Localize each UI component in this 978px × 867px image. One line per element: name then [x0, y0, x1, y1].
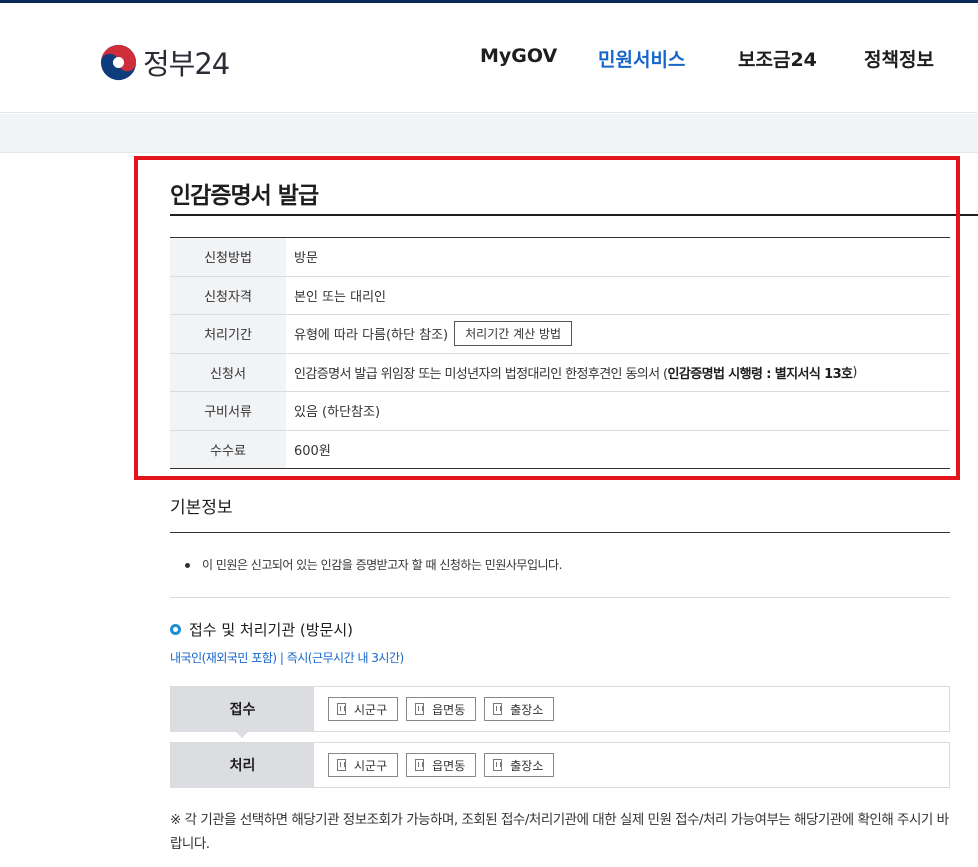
org-label: 출장소	[510, 702, 544, 717]
receive-org-branch-button[interactable]: 출장소	[484, 697, 555, 721]
basic-info-bullet: 이 민원은 신고되어 있는 인감을 증명받고자 할 때 신청하는 민원사무입니다…	[185, 556, 562, 573]
building-icon	[415, 703, 425, 715]
process-row: 처리 시군구 읍면동 출장소	[170, 742, 950, 788]
site-logo[interactable]: 정부24	[100, 41, 230, 83]
org-label: 읍면동	[432, 702, 466, 717]
org-label: 읍면동	[432, 758, 466, 773]
org-label: 시군구	[354, 702, 388, 717]
receive-row: 접수 시군구 읍면동 출장소	[170, 686, 950, 738]
nav-civil-services[interactable]: 민원서비스	[598, 45, 685, 72]
building-icon	[415, 759, 425, 771]
receive-orgs: 시군구 읍면동 출장소	[314, 687, 949, 731]
org-label: 출장소	[510, 758, 544, 773]
process-org-branch-button[interactable]: 출장소	[484, 753, 555, 777]
basic-info-title: 기본정보	[170, 498, 233, 518]
agency-title-text: 접수 및 처리기관 (방문시)	[189, 621, 354, 639]
nav-mygov[interactable]: MyGOV	[480, 45, 557, 67]
section-divider	[170, 532, 950, 533]
receive-org-eupmyeondong-button[interactable]: 읍면동	[406, 697, 477, 721]
building-icon	[337, 759, 346, 771]
highlight-box	[134, 156, 960, 480]
agency-section-title: 접수 및 처리기관 (방문시)	[170, 619, 353, 640]
government-emblem-icon	[100, 44, 137, 80]
site-header: 정부24 MyGOV 민원서비스 보조금24 정책정보	[0, 3, 978, 113]
building-icon	[493, 703, 503, 715]
circle-bullet-icon	[170, 624, 181, 635]
process-orgs: 시군구 읍면동 출장소	[314, 743, 949, 787]
agency-note: 내국인(재외국민 포함) | 즉시(근무시간 내 3시간)	[170, 651, 404, 665]
org-label: 시군구	[354, 758, 388, 773]
logo-text: 정부24	[143, 47, 230, 81]
breadcrumb-bar	[0, 114, 978, 153]
process-org-sigungu-button[interactable]: 시군구	[328, 753, 399, 777]
thin-divider	[170, 597, 950, 598]
process-label: 처리	[171, 743, 314, 787]
agency-footnote: ※ 각 기관을 선택하면 해당기관 정보조회가 가능하며, 조회된 접수/처리기…	[170, 812, 949, 852]
building-icon	[337, 703, 346, 715]
receive-label: 접수	[171, 687, 314, 738]
nav-subsidy24[interactable]: 보조금24	[738, 45, 817, 72]
receive-org-sigungu-button[interactable]: 시군구	[328, 697, 399, 721]
nav-policy-info[interactable]: 정책정보	[864, 45, 934, 72]
process-org-eupmyeondong-button[interactable]: 읍면동	[406, 753, 477, 777]
building-icon	[493, 759, 503, 771]
